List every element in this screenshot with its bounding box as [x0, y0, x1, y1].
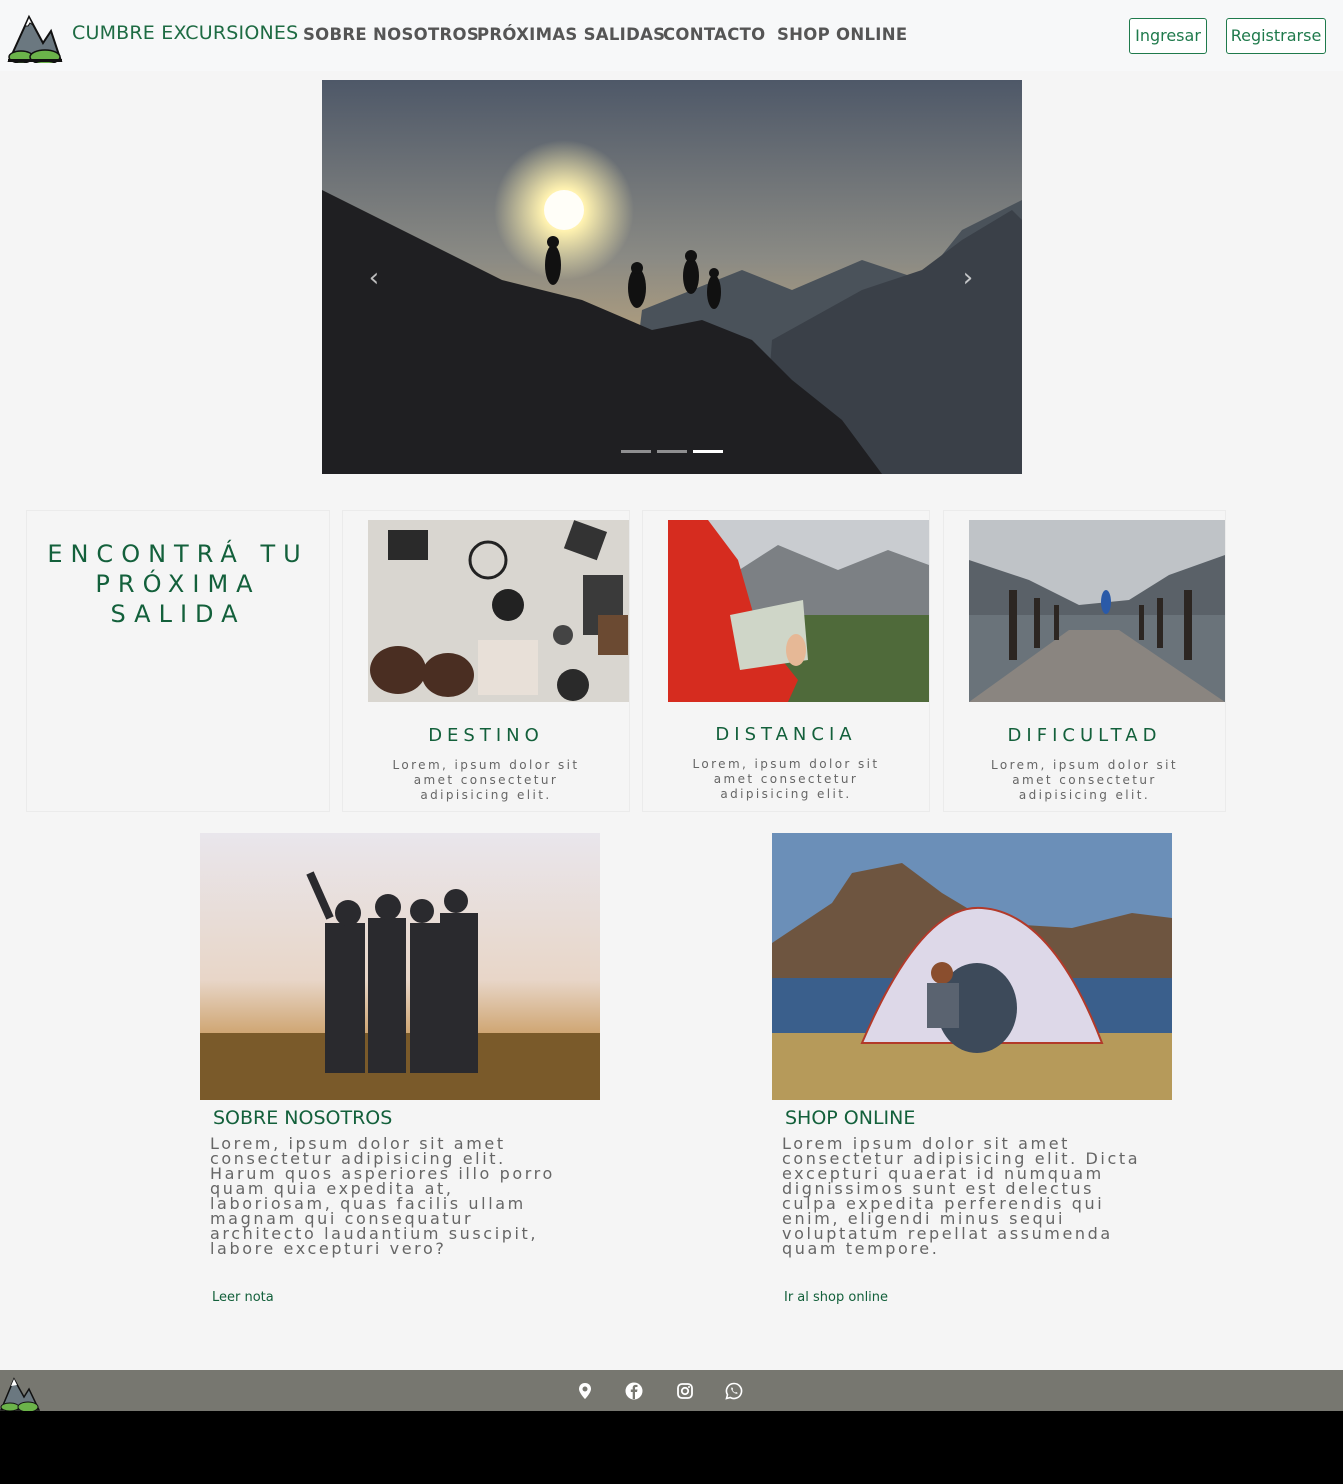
shop-online-text: Lorem ipsum dolor sit amet consectetur a… — [782, 1134, 1141, 1258]
tent-image — [772, 833, 1172, 1100]
destino-card[interactable]: DESTINO Lorem, ipsum dolor sit amet cons… — [342, 510, 630, 812]
destino-image — [368, 520, 629, 702]
nav-link-proximas-salidas[interactable]: PRÓXIMAS SALIDAS — [477, 25, 665, 44]
distancia-card[interactable]: DISTANCIA Lorem, ipsum dolor sit amet co… — [642, 510, 930, 812]
dificultad-text-line-3: adipisicing elit. — [1018, 788, 1151, 802]
nav-link-contacto[interactable]: CONTACTO — [663, 25, 765, 44]
dificultad-card[interactable]: DIFICULTAD Lorem, ipsum dolor sit amet c… — [943, 510, 1226, 812]
sobre-nosotros-title: SOBRE NOSOTROS — [213, 1107, 393, 1129]
sobre-nosotros-text: Lorem, ipsum dolor sit amet consectetur … — [210, 1134, 555, 1258]
instagram-icon[interactable] — [676, 1382, 694, 1400]
carousel-prev-button[interactable]: ‹ — [359, 260, 389, 296]
dificultad-image — [969, 520, 1225, 702]
find-heading-line-1: ENCONTRÁ TU — [47, 540, 309, 568]
hikers-sunset-image — [322, 80, 1022, 474]
dificultad-text: Lorem, ipsum dolor sit amet consectetur … — [984, 758, 1185, 803]
ir-al-shop-link[interactable]: Ir al shop online — [784, 1290, 888, 1305]
carousel-indicator-1[interactable] — [621, 450, 651, 453]
navbar: CUMBRE EXCURSIONES SOBRE NOSOTROS PRÓXIM… — [0, 0, 1343, 71]
distancia-title: DISTANCIA — [715, 724, 857, 745]
whatsapp-icon[interactable] — [725, 1382, 743, 1400]
find-heading-card: ENCONTRÁ TU PRÓXIMA SALIDA — [26, 510, 330, 812]
find-heading-line-2: PRÓXIMA — [95, 570, 261, 598]
carousel-indicator-2[interactable] — [657, 450, 687, 453]
leer-nota-link[interactable]: Leer nota — [212, 1290, 274, 1305]
destino-title: DESTINO — [428, 725, 544, 746]
carousel-next-button[interactable]: › — [953, 260, 983, 296]
dificultad-text-line-2: amet consectetur — [1012, 773, 1157, 787]
carousel-indicators — [621, 450, 723, 453]
map-pin-icon[interactable] — [576, 1382, 594, 1400]
destino-text-line-1: Lorem, ipsum dolor sit — [392, 758, 580, 772]
facebook-icon[interactable] — [625, 1382, 643, 1400]
mountain-logo-icon[interactable] — [0, 1373, 40, 1411]
hero-carousel[interactable]: ‹ › — [322, 80, 1022, 474]
shop-online-title: SHOP ONLINE — [785, 1107, 916, 1129]
find-heading: ENCONTRÁ TU PRÓXIMA SALIDA — [27, 539, 329, 629]
carousel-indicator-3[interactable] — [693, 450, 723, 453]
nav-link-shop-online[interactable]: SHOP ONLINE — [777, 25, 907, 44]
destino-text: Lorem, ipsum dolor sit amet consectetur … — [383, 758, 589, 803]
dificultad-text-line-1: Lorem, ipsum dolor sit — [991, 758, 1178, 772]
login-button[interactable]: Ingresar — [1129, 18, 1207, 54]
friends-image — [200, 833, 600, 1100]
distancia-text: Lorem, ipsum dolor sit amet consectetur … — [683, 757, 889, 802]
distancia-text-line-1: Lorem, ipsum dolor sit — [692, 757, 880, 771]
register-button[interactable]: Registrarse — [1226, 18, 1326, 54]
brand-name[interactable]: CUMBRE EXCURSIONES — [72, 22, 298, 44]
distancia-image — [668, 520, 929, 702]
destino-text-line-2: amet consectetur — [413, 773, 559, 787]
footer — [0, 1370, 1343, 1411]
page: CUMBRE EXCURSIONES SOBRE NOSOTROS PRÓXIM… — [0, 0, 1343, 1370]
distancia-text-line-2: amet consectetur — [713, 772, 859, 786]
destino-text-line-3: adipisicing elit. — [420, 788, 552, 802]
nav-link-sobre-nosotros[interactable]: SOBRE NOSOTROS — [303, 25, 479, 44]
find-heading-line-3: SALIDA — [110, 600, 246, 628]
distancia-text-line-3: adipisicing elit. — [720, 787, 852, 801]
mountain-logo-icon[interactable] — [7, 7, 63, 63]
dificultad-title: DIFICULTAD — [1007, 725, 1162, 746]
